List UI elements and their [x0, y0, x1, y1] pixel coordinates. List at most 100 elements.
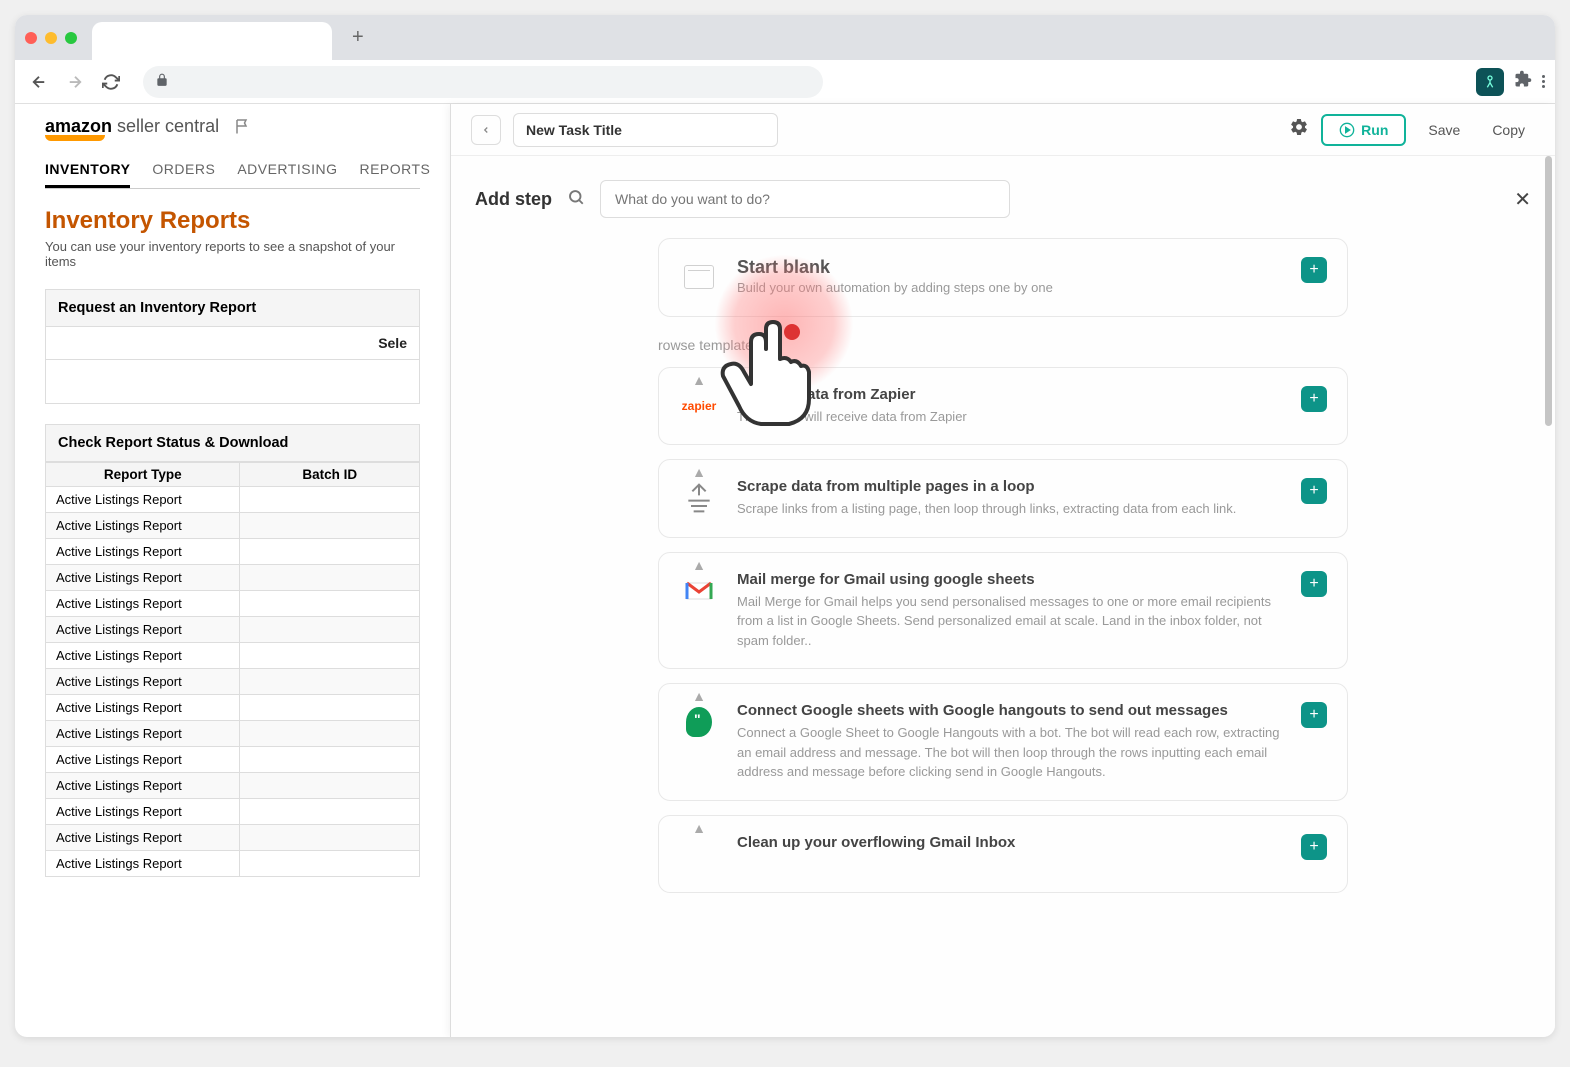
table-row: Active Listings Report: [46, 487, 420, 513]
cell-batch-id: [240, 773, 420, 799]
nav-inventory[interactable]: INVENTORY: [45, 153, 130, 188]
cell-batch-id: [240, 565, 420, 591]
cell-report-type: Active Listings Report: [46, 773, 240, 799]
hangouts-icon: ▲: [679, 702, 719, 742]
save-button[interactable]: Save: [1418, 116, 1470, 144]
cell-report-type: Active Listings Report: [46, 643, 240, 669]
cell-report-type: Active Listings Report: [46, 669, 240, 695]
browse-templates-label: rowse templates: [658, 337, 1348, 353]
reports-table: Report Type Batch ID Active Listings Rep…: [45, 462, 420, 877]
maximize-window-icon[interactable]: [65, 32, 77, 44]
nav-reports[interactable]: REPORTS: [359, 153, 430, 188]
add-button[interactable]: +: [1301, 834, 1327, 860]
template-card[interactable]: ▲ Scrape data from multiple pages in a lo…: [658, 459, 1348, 538]
cell-batch-id: [240, 487, 420, 513]
cell-batch-id: [240, 721, 420, 747]
back-button[interactable]: [25, 68, 53, 96]
reload-button[interactable]: [97, 68, 125, 96]
cell-report-type: Active Listings Report: [46, 851, 240, 877]
sc-nav: INVENTORY ORDERS ADVERTISING REPORTS PER…: [45, 153, 420, 189]
window-controls: [25, 32, 77, 44]
flag-icon[interactable]: [234, 117, 252, 140]
search-icon[interactable]: [567, 188, 585, 211]
cell-report-type: Active Listings Report: [46, 591, 240, 617]
cell-report-type: Active Listings Report: [46, 617, 240, 643]
template-desc: Mail Merge for Gmail helps you send pers…: [737, 592, 1283, 651]
settings-icon[interactable]: [1289, 117, 1309, 143]
panel-body: Add step ✕: [451, 156, 1555, 1037]
amazon-seller-central-logo: amazon seller central: [45, 116, 219, 141]
template-desc: Connect a Google Sheet to Google Hangout…: [737, 723, 1283, 782]
cell-report-type: Active Listings Report: [46, 487, 240, 513]
template-card[interactable]: ▲ Mail merge for Gmail using google sheet…: [658, 552, 1348, 670]
sc-header: amazon seller central: [45, 116, 420, 141]
cell-batch-id: [240, 747, 420, 773]
add-button[interactable]: +: [1301, 571, 1327, 597]
scrollbar[interactable]: [1545, 156, 1552, 426]
cell-batch-id: [240, 669, 420, 695]
close-window-icon[interactable]: [25, 32, 37, 44]
template-title: Scrape data from multiple pages in a loo…: [737, 478, 1283, 495]
address-bar[interactable]: [143, 66, 823, 98]
browser-tab[interactable]: [92, 22, 332, 60]
task-title-input[interactable]: [513, 113, 778, 147]
panel-back-button[interactable]: [471, 115, 501, 145]
template-desc: This recipe will receive data from Zapie…: [737, 407, 1283, 427]
template-title: Mail merge for Gmail using google sheets: [737, 571, 1283, 588]
run-button[interactable]: Run: [1321, 114, 1406, 146]
browser-tab-strip: +: [15, 15, 1555, 60]
cell-report-type: Active Listings Report: [46, 539, 240, 565]
template-title: Connect Google sheets with Google hangou…: [737, 702, 1283, 719]
copy-button[interactable]: Copy: [1482, 116, 1535, 144]
forward-button[interactable]: [61, 68, 89, 96]
new-tab-button[interactable]: +: [352, 26, 364, 49]
template-title: Clean up your overflowing Gmail Inbox: [737, 834, 1283, 851]
table-row: Active Listings Report: [46, 721, 420, 747]
table-row: Active Listings Report: [46, 539, 420, 565]
cell-report-type: Active Listings Report: [46, 513, 240, 539]
col-report-type: Report Type: [46, 463, 240, 487]
cell-report-type: Active Listings Report: [46, 747, 240, 773]
status-download-header: Check Report Status & Download: [45, 424, 420, 462]
template-card[interactable]: ▲ Clean up your overflowing Gmail Inbox +: [658, 815, 1348, 893]
browser-menu-icon[interactable]: [1542, 75, 1545, 88]
nav-orders[interactable]: ORDERS: [152, 153, 215, 188]
add-button[interactable]: +: [1301, 702, 1327, 728]
cell-batch-id: [240, 799, 420, 825]
cell-report-type: Active Listings Report: [46, 721, 240, 747]
template-card[interactable]: ▲zapier Receive data from Zapier This reci…: [658, 367, 1348, 446]
automation-panel: Run Save Copy Add step ✕: [450, 104, 1555, 1037]
add-button[interactable]: +: [1301, 257, 1327, 283]
toolbar-right: [1476, 68, 1545, 96]
cell-report-type: Active Listings Report: [46, 825, 240, 851]
step-search-input[interactable]: [600, 180, 1010, 218]
table-row: Active Listings Report: [46, 799, 420, 825]
cell-batch-id: [240, 851, 420, 877]
minimize-window-icon[interactable]: [45, 32, 57, 44]
blank-icon: [679, 257, 719, 297]
gmail-icon: ▲: [679, 571, 719, 611]
cell-batch-id: [240, 617, 420, 643]
col-batch-id: Batch ID: [240, 463, 420, 487]
start-blank-card[interactable]: Start blank Build your own automation by…: [658, 238, 1348, 317]
table-row: Active Listings Report: [46, 513, 420, 539]
template-card[interactable]: ▲ Connect Google sheets with Google hango…: [658, 683, 1348, 801]
extensions-menu-icon[interactable]: [1514, 70, 1532, 93]
table-row: Active Listings Report: [46, 669, 420, 695]
scrape-icon: ▲: [679, 478, 719, 518]
template-desc: Build your own automation by adding step…: [737, 278, 1283, 298]
template-title: Receive data from Zapier: [737, 386, 1283, 403]
nav-advertising[interactable]: ADVERTISING: [237, 153, 337, 188]
zapier-icon: ▲zapier: [679, 386, 719, 426]
page-title: Inventory Reports: [45, 207, 420, 235]
cell-batch-id: [240, 825, 420, 851]
table-row: Active Listings Report: [46, 773, 420, 799]
close-icon[interactable]: ✕: [1514, 187, 1531, 212]
cell-batch-id: [240, 513, 420, 539]
gmail2-icon: ▲: [679, 834, 719, 874]
extension-icon[interactable]: [1476, 68, 1504, 96]
template-desc: Scrape links from a listing page, then l…: [737, 499, 1283, 519]
add-button[interactable]: +: [1301, 478, 1327, 504]
table-row: Active Listings Report: [46, 695, 420, 721]
add-button[interactable]: +: [1301, 386, 1327, 412]
